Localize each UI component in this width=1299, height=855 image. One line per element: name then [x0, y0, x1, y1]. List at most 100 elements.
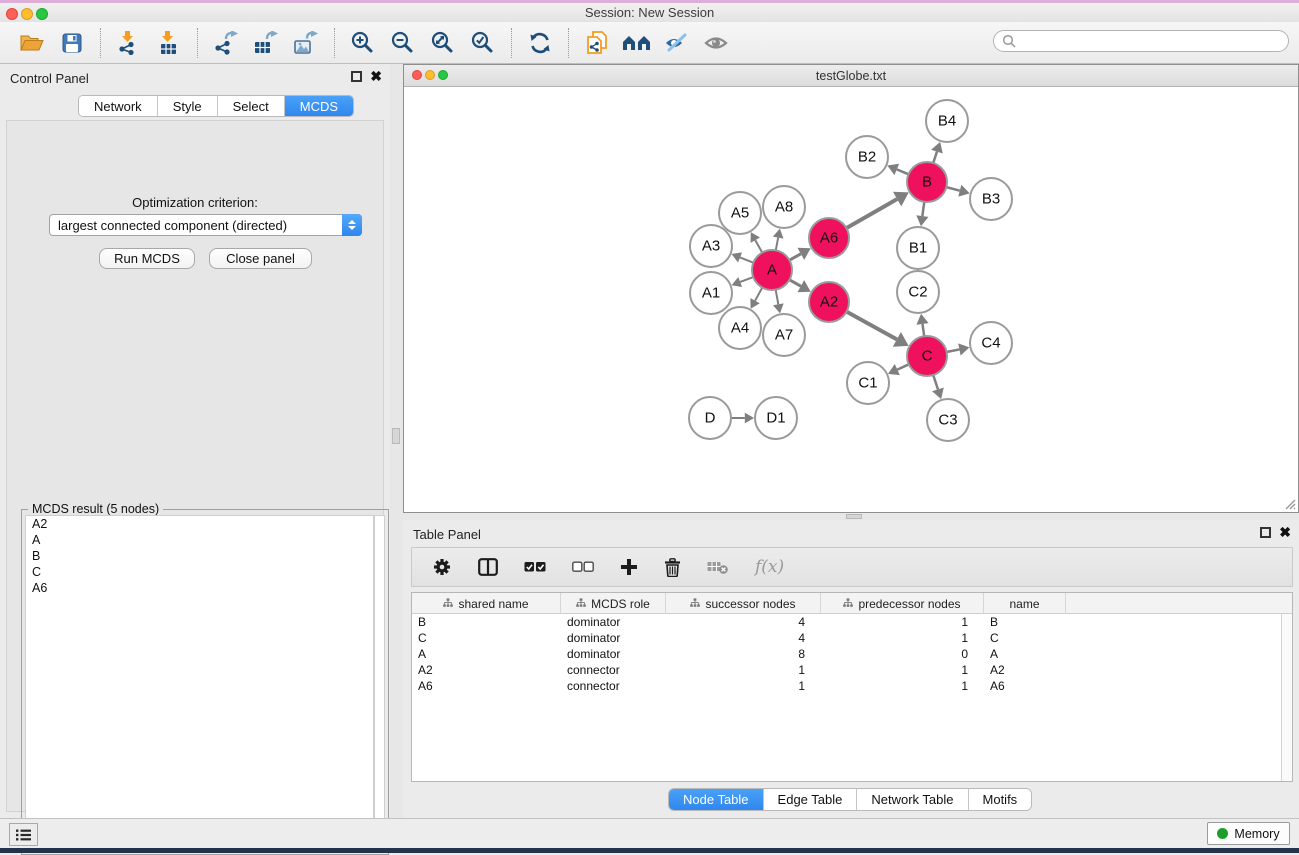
tab-select[interactable]: Select	[218, 96, 285, 116]
table-scrollbar[interactable]	[1281, 614, 1292, 781]
graph-node-A8[interactable]: A8	[763, 186, 805, 228]
import-network-icon[interactable]	[109, 26, 149, 60]
show-details-icon[interactable]	[697, 26, 737, 60]
graph-node-A[interactable]: A	[752, 250, 792, 290]
export-image-icon[interactable]	[286, 26, 326, 60]
table-row[interactable]: A2connector11A2	[412, 662, 1292, 678]
edge-C-C2[interactable]	[922, 324, 924, 336]
vertical-split-handle[interactable]	[392, 428, 400, 444]
graph-node-C1[interactable]: C1	[847, 362, 889, 404]
edge-A-A6[interactable]	[789, 254, 800, 260]
graph-node-A5[interactable]: A5	[719, 192, 761, 234]
vertical-split-divider[interactable]	[390, 64, 403, 818]
table-row[interactable]: A6connector11A6	[412, 678, 1292, 694]
zoom-fit-icon[interactable]	[423, 26, 463, 60]
column-header-predecessor-nodes[interactable]: predecessor nodes	[821, 593, 984, 614]
network-overview-icon[interactable]	[617, 26, 657, 60]
graph-node-D[interactable]: D	[689, 397, 731, 439]
table-row[interactable]: Adominator80A	[412, 646, 1292, 662]
network-window-titlebar[interactable]: testGlobe.txt	[404, 65, 1298, 87]
settings-gear-icon[interactable]	[432, 557, 452, 577]
resize-grip-icon[interactable]	[1282, 496, 1296, 510]
graph-node-C2[interactable]: C2	[897, 271, 939, 313]
select-all-icon[interactable]	[524, 561, 546, 573]
horizontal-split-divider[interactable]	[403, 513, 1299, 520]
mcds-result-item[interactable]: A	[26, 532, 373, 548]
delete-icon[interactable]	[664, 558, 681, 577]
graph-node-B1[interactable]: B1	[897, 227, 939, 269]
edge-A-A3[interactable]	[740, 257, 753, 262]
deselect-all-icon[interactable]	[572, 561, 594, 573]
clone-network-icon[interactable]	[577, 26, 617, 60]
graph-node-A3[interactable]: A3	[690, 225, 732, 267]
optimization-criterion-dropdown[interactable]: largest connected component (directed)	[49, 214, 362, 236]
zoom-selected-icon[interactable]	[463, 26, 503, 60]
network-canvas-svg[interactable]: B4B2BB3A5A8A6A3B1AC2A1A2A4A7C4CC1DD1C3	[404, 87, 1298, 512]
mcds-result-item[interactable]: A2	[26, 516, 373, 532]
edge-A-A5[interactable]	[755, 240, 762, 252]
mcds-result-scrollbar[interactable]	[374, 515, 385, 851]
import-table-icon[interactable]	[149, 26, 189, 60]
graph-node-D1[interactable]: D1	[755, 397, 797, 439]
tab-edge-table[interactable]: Edge Table	[764, 789, 858, 810]
edge-C-C4[interactable]	[947, 349, 960, 352]
graph-node-A6[interactable]: A6	[809, 218, 849, 258]
edge-C-C1[interactable]	[897, 364, 908, 369]
table-row[interactable]: Bdominator41B	[412, 614, 1292, 630]
search-input[interactable]	[993, 30, 1289, 52]
show-panels-button[interactable]	[9, 823, 38, 846]
graph-node-B4[interactable]: B4	[926, 100, 968, 142]
columns-icon[interactable]	[478, 558, 498, 576]
graph-node-C3[interactable]: C3	[927, 399, 969, 441]
save-session-icon[interactable]	[52, 26, 92, 60]
tab-node-table[interactable]: Node Table	[669, 789, 764, 810]
tab-network-table[interactable]: Network Table	[857, 789, 968, 810]
graph-node-A4[interactable]: A4	[719, 307, 761, 349]
close-panel-icon[interactable]: ✖	[370, 71, 382, 82]
refresh-icon[interactable]	[520, 26, 560, 60]
graph-node-A7[interactable]: A7	[763, 314, 805, 356]
edge-B-B1[interactable]	[922, 202, 924, 216]
table-row[interactable]: Cdominator41C	[412, 630, 1292, 646]
edge-A-A2[interactable]	[789, 280, 800, 286]
edge-B-B2[interactable]	[897, 169, 909, 174]
float-table-panel-icon[interactable]	[1260, 527, 1271, 538]
edge-A-A4[interactable]	[755, 288, 762, 301]
mcds-result-item[interactable]: A6	[26, 580, 373, 596]
graph-node-B3[interactable]: B3	[970, 178, 1012, 220]
column-header-shared-name[interactable]: shared name	[412, 593, 561, 614]
graph-node-B2[interactable]: B2	[846, 136, 888, 178]
export-network-icon[interactable]	[206, 26, 246, 60]
edge-A2-C[interactable]	[847, 312, 897, 340]
hide-details-icon[interactable]	[657, 26, 697, 60]
column-header-mcds-role[interactable]: MCDS role	[561, 593, 666, 614]
tab-mcds[interactable]: MCDS	[285, 96, 353, 116]
run-mcds-button[interactable]: Run MCDS	[99, 248, 195, 269]
horizontal-split-handle[interactable]	[846, 514, 862, 519]
add-icon[interactable]	[620, 558, 638, 576]
edge-A-A1[interactable]	[740, 277, 753, 282]
tab-style[interactable]: Style	[158, 96, 218, 116]
close-panel-button[interactable]: Close panel	[209, 248, 312, 269]
edge-A-A8[interactable]	[776, 238, 778, 251]
edge-A6-B[interactable]	[846, 199, 897, 228]
tab-motifs[interactable]: Motifs	[969, 789, 1032, 810]
mcds-result-item[interactable]: B	[26, 548, 373, 564]
graph-node-A2[interactable]: A2	[809, 282, 849, 322]
float-panel-icon[interactable]	[351, 71, 362, 82]
open-file-icon[interactable]	[12, 26, 52, 60]
column-header-name[interactable]: name	[984, 593, 1066, 614]
mcds-result-item[interactable]: C	[26, 564, 373, 580]
column-header-successor-nodes[interactable]: successor nodes	[666, 593, 821, 614]
graph-node-C[interactable]: C	[907, 336, 947, 376]
edge-B-B4[interactable]	[933, 152, 937, 163]
edge-B-B3[interactable]	[946, 187, 960, 191]
memory-button[interactable]: Memory	[1207, 822, 1290, 845]
tab-network[interactable]: Network	[79, 96, 158, 116]
graph-node-A1[interactable]: A1	[690, 272, 732, 314]
graph-node-C4[interactable]: C4	[970, 322, 1012, 364]
zoom-in-icon[interactable]	[343, 26, 383, 60]
edge-C-C3[interactable]	[933, 375, 938, 389]
zoom-out-icon[interactable]	[383, 26, 423, 60]
close-table-panel-icon[interactable]: ✖	[1279, 527, 1291, 538]
